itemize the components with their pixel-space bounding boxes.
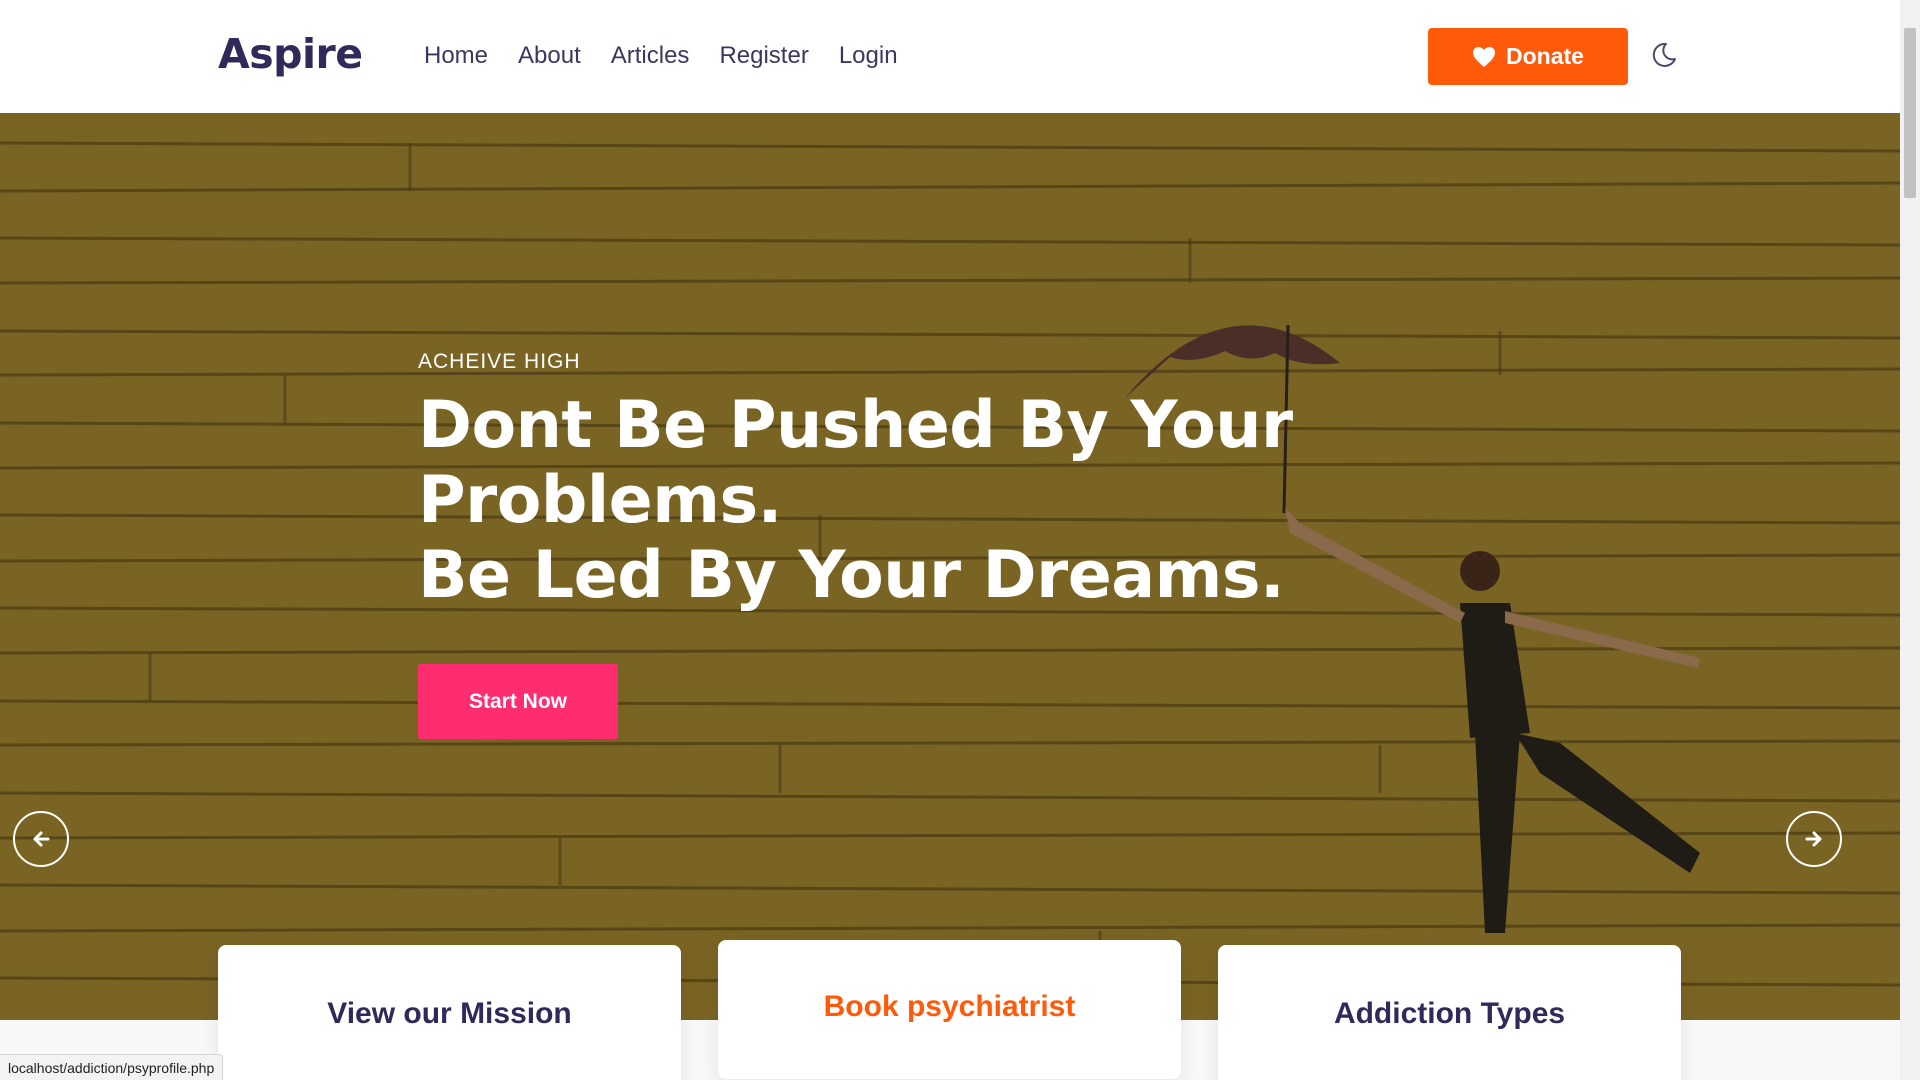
arrow-right-icon — [1805, 831, 1822, 847]
addiction-types-card[interactable]: Addiction Types — [1218, 945, 1681, 1080]
logo[interactable]: Aspire — [218, 30, 363, 78]
page-scrollbar[interactable] — [1900, 0, 1920, 1080]
donate-button[interactable]: Donate — [1428, 28, 1628, 85]
nav-about[interactable]: About — [518, 42, 581, 70]
next-slide-button[interactable] — [1786, 811, 1842, 867]
hero-kicker: ACHEIVE HIGH — [418, 350, 581, 373]
hero-title: Dont Be Pushed By Your Problems. Be Led … — [418, 388, 1293, 613]
card-title: Book psychiatrist — [823, 990, 1076, 1023]
moon-icon[interactable] — [1648, 40, 1678, 70]
hero-title-line: Be Led By Your Dreams. — [418, 538, 1285, 613]
header: Aspire Home About Articles Register Logi… — [0, 0, 1900, 113]
donate-label: Donate — [1506, 43, 1584, 69]
heart-icon — [1473, 46, 1496, 67]
prev-slide-button[interactable] — [13, 811, 69, 867]
nav-login[interactable]: Login — [839, 42, 898, 70]
status-bar-url: localhost/addiction/psyprofile.php — [0, 1054, 224, 1080]
arrow-left-icon — [33, 831, 50, 847]
nav-register[interactable]: Register — [719, 42, 808, 70]
hero-title-line: Dont Be Pushed By Your — [418, 388, 1293, 463]
book-psychiatrist-card[interactable]: Book psychiatrist — [718, 940, 1181, 1079]
main-nav: Home About Articles Register Login — [424, 42, 898, 70]
start-now-button[interactable]: Start Now — [418, 664, 618, 739]
card-title: View our Mission — [327, 997, 572, 1030]
hero-slider: ACHEIVE HIGH Dont Be Pushed By Your Prob… — [0, 113, 1900, 1020]
card-title: Addiction Types — [1333, 997, 1566, 1030]
scrollbar-thumb[interactable] — [1904, 28, 1916, 198]
mission-card[interactable]: View our Mission — [218, 945, 681, 1080]
nav-articles[interactable]: Articles — [611, 42, 690, 70]
hero-title-line: Problems. — [418, 463, 782, 538]
nav-home[interactable]: Home — [424, 42, 488, 70]
